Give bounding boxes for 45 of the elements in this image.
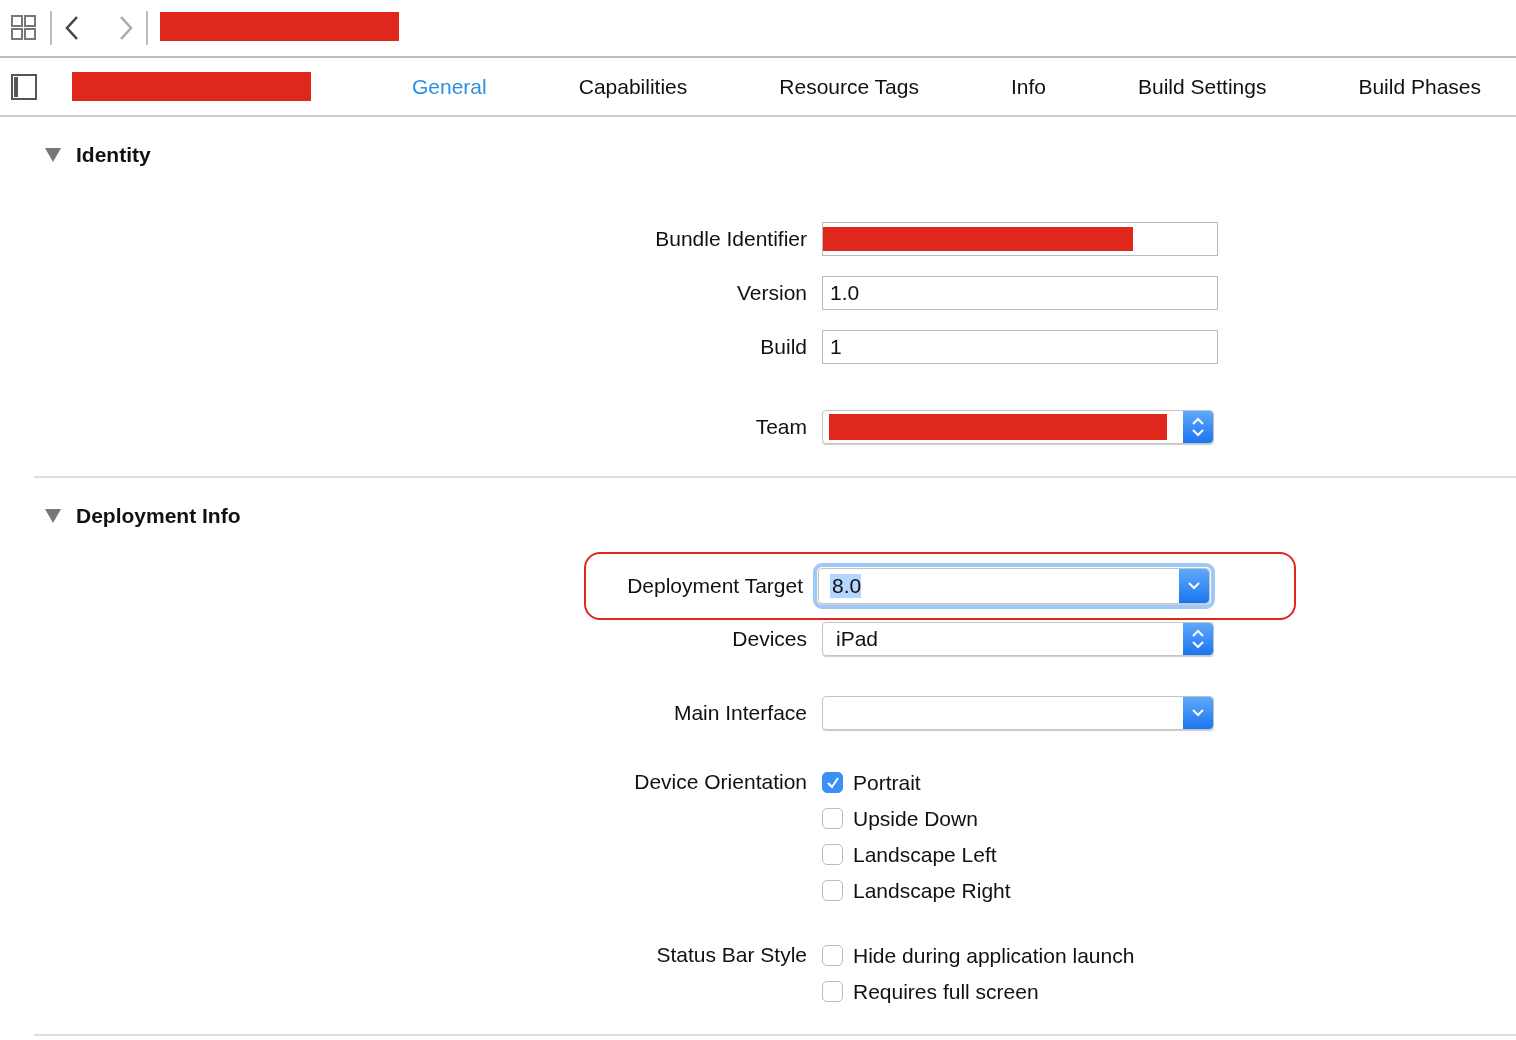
checkbox[interactable] [822,772,843,793]
field-label: Build [759,335,807,359]
checkbox[interactable] [822,808,843,829]
checkbox[interactable] [822,880,843,901]
checkbox-label: Landscape Right [853,878,1011,903]
sidebar-icon[interactable] [11,73,37,100]
checkbox[interactable] [822,981,843,1002]
checkbox-label: Landscape Left [853,842,997,867]
tab[interactable]: Info [1011,74,1046,99]
field-label: Device Orientation [633,770,807,794]
field-label: Version [735,281,807,305]
popup-button[interactable]: iPad [822,622,1214,656]
field-label: Devices [731,627,807,651]
checkbox-label: Requires full screen [853,979,1039,1004]
combo-box[interactable] [822,696,1214,730]
back-icon[interactable] [64,14,80,42]
triangle-down-icon[interactable] [44,147,62,163]
tab[interactable]: Build Phases [1358,74,1481,99]
stepper-icon [1191,628,1205,650]
section-title: Deployment Info [76,504,241,528]
chevron-down-icon [1191,708,1205,718]
checkbox-label: Hide during application launch [853,943,1135,968]
field-label: Main Interface [672,701,807,725]
stepper-icon [1191,416,1205,438]
checkbox-label: Portrait [853,770,921,795]
section-title: Identity [76,143,151,167]
tab[interactable]: Capabilities [578,74,688,99]
text-field[interactable] [822,222,1218,256]
forward-icon[interactable] [118,14,134,42]
tab[interactable]: Build Settings [1138,74,1267,99]
field-label: Deployment Target [626,574,803,598]
checkbox[interactable] [822,945,843,966]
field-label: Status Bar Style [655,943,807,967]
field-label: Bundle Identifier [654,227,807,251]
grid-icon[interactable] [10,14,38,42]
checkmark-icon [825,775,840,790]
field-label: Team [754,415,807,439]
tab[interactable]: Resource Tags [779,74,919,99]
text-field[interactable]: 1 [822,330,1218,364]
text-field[interactable]: 1.0 [822,276,1218,310]
checkbox-label: Upside Down [853,806,978,831]
popup-button[interactable] [822,410,1214,444]
triangle-down-icon[interactable] [44,508,62,524]
chevron-down-icon [1187,581,1201,591]
checkbox[interactable] [822,844,843,865]
